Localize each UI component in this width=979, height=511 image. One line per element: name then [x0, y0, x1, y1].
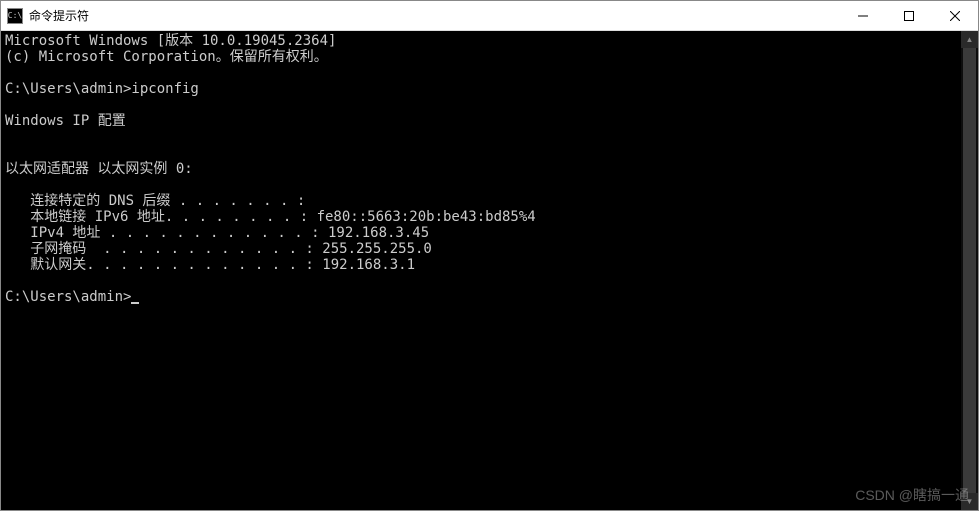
line-copyright: (c) Microsoft Corporation。保留所有权利。 [5, 49, 328, 65]
line-ipv4: IPv4 地址 . . . . . . . . . . . . : 192.16… [5, 225, 429, 241]
command-prompt-window: C:\ 命令提示符 Microsoft Windows [版本 10.0.190… [0, 0, 979, 511]
line-ipv6: 本地链接 IPv6 地址. . . . . . . . : fe80::5663… [5, 209, 536, 225]
scrollbar[interactable]: ▲ ▼ [961, 31, 978, 510]
line-ipconfig-header: Windows IP 配置 [5, 113, 126, 129]
line-gateway: 默认网关. . . . . . . . . . . . . : 192.168.… [5, 257, 415, 273]
scroll-thumb[interactable] [963, 48, 976, 493]
scroll-down-arrow-icon[interactable]: ▼ [961, 493, 978, 510]
terminal-area: Microsoft Windows [版本 10.0.19045.2364] (… [1, 31, 978, 510]
window-controls [840, 1, 978, 30]
maximize-button[interactable] [886, 1, 932, 30]
scroll-up-arrow-icon[interactable]: ▲ [961, 31, 978, 48]
terminal-output[interactable]: Microsoft Windows [版本 10.0.19045.2364] (… [1, 31, 961, 510]
line-dns-suffix: 连接特定的 DNS 后缀 . . . . . . . : [5, 193, 305, 209]
cursor [131, 302, 139, 304]
minimize-button[interactable] [840, 1, 886, 30]
scroll-track[interactable] [961, 48, 978, 493]
close-button[interactable] [932, 1, 978, 30]
app-icon: C:\ [7, 8, 23, 24]
titlebar[interactable]: C:\ 命令提示符 [1, 1, 978, 31]
window-title: 命令提示符 [29, 7, 840, 24]
line-adapter-header: 以太网适配器 以太网实例 0: [5, 161, 193, 177]
line-prompt-cmd: C:\Users\admin>ipconfig [5, 81, 199, 97]
line-version: Microsoft Windows [版本 10.0.19045.2364] [5, 33, 336, 49]
line-prompt-idle: C:\Users\admin> [5, 289, 131, 305]
line-subnet: 子网掩码 . . . . . . . . . . . . : 255.255.2… [5, 241, 432, 257]
